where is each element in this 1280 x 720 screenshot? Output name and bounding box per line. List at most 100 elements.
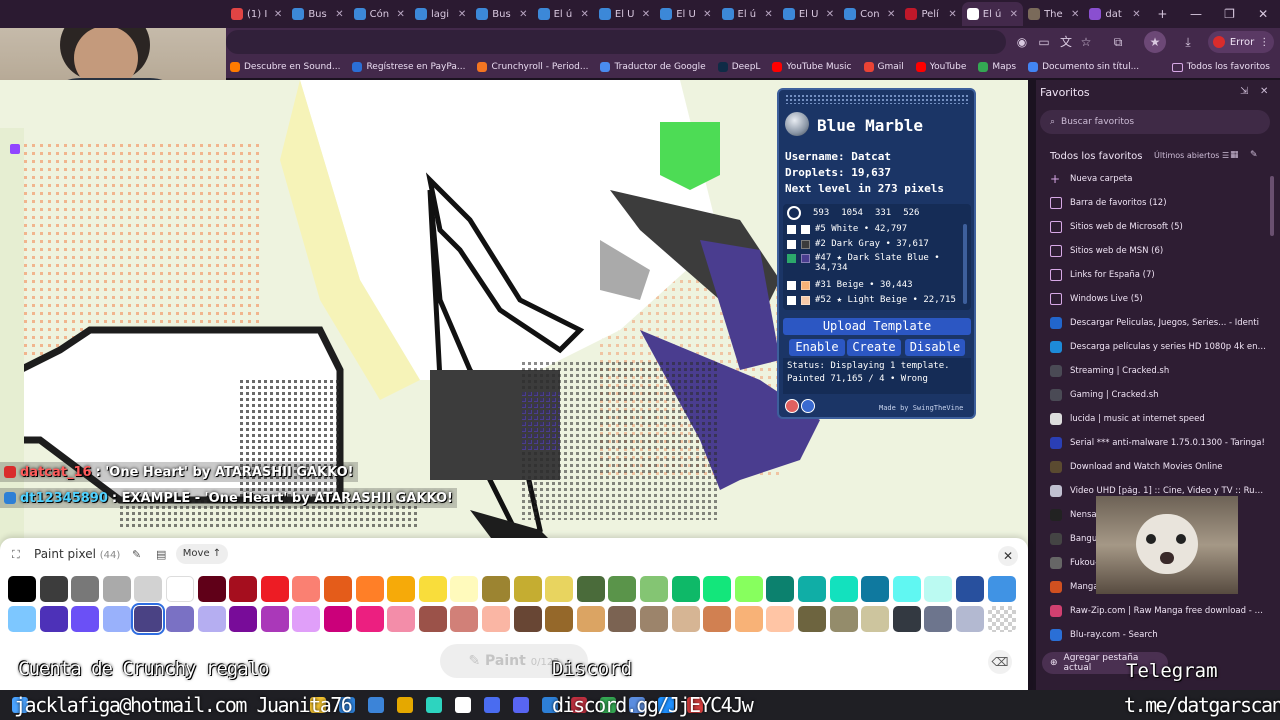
bookmark-item[interactable]: Gmail bbox=[863, 62, 904, 72]
tab-close-icon[interactable]: ✕ bbox=[764, 9, 772, 20]
coord-tile-x[interactable]: 593 bbox=[813, 208, 829, 218]
palette-color-swatch[interactable] bbox=[450, 606, 479, 632]
color-checkbox[interactable] bbox=[787, 225, 796, 234]
palette-color-swatch[interactable] bbox=[292, 606, 321, 632]
taskbar-app-icon[interactable] bbox=[397, 697, 413, 713]
edit-icon[interactable]: ✎ bbox=[1250, 150, 1258, 160]
new-folder-item[interactable]: + Nueva carpeta bbox=[1050, 168, 1266, 190]
palette-color-swatch[interactable] bbox=[197, 606, 226, 632]
palette-color-swatch[interactable] bbox=[987, 606, 1016, 632]
palette-color-swatch[interactable] bbox=[324, 606, 352, 632]
palette-color-swatch[interactable] bbox=[861, 576, 890, 602]
template-color-row[interactable]: #5 White • 42,797 bbox=[787, 224, 963, 234]
tab-close-icon[interactable]: ✕ bbox=[397, 9, 405, 20]
palette-color-swatch[interactable] bbox=[355, 576, 384, 602]
address-bar[interactable] bbox=[226, 30, 1006, 54]
browser-tab[interactable]: Bus ✕ bbox=[471, 2, 532, 26]
palette-color-swatch[interactable] bbox=[131, 603, 166, 635]
template-color-row[interactable]: #31 Beige • 30,443 bbox=[787, 280, 963, 290]
palette-color-swatch[interactable] bbox=[482, 606, 510, 632]
browser-tab[interactable]: El Ú ✕ bbox=[594, 2, 655, 26]
palette-color-swatch[interactable] bbox=[924, 606, 953, 632]
palette-color-swatch[interactable] bbox=[134, 576, 163, 602]
upload-template-button[interactable]: Upload Template bbox=[783, 318, 971, 335]
browser-tab[interactable]: Con ✕ bbox=[839, 2, 900, 26]
palette-color-swatch[interactable] bbox=[39, 576, 68, 602]
palette-color-swatch[interactable] bbox=[671, 606, 700, 632]
browser-tab[interactable]: El ú ✕ bbox=[961, 2, 1024, 26]
translate-icon[interactable]: 文 bbox=[1058, 34, 1074, 50]
palette-color-swatch[interactable] bbox=[640, 606, 668, 632]
palette-color-swatch[interactable] bbox=[956, 576, 984, 602]
favorite-link[interactable]: Descarga películas y series HD 1080p 4k … bbox=[1050, 336, 1266, 358]
browser-tab[interactable]: Cón ✕ bbox=[349, 2, 410, 26]
tab-close-icon[interactable]: ✕ bbox=[1071, 9, 1079, 20]
palette-toggle-icon[interactable]: ▤ bbox=[156, 548, 166, 561]
bookmark-item[interactable]: YouTube bbox=[915, 62, 966, 72]
palette-color-swatch[interactable] bbox=[355, 606, 384, 632]
palette-color-swatch[interactable] bbox=[71, 576, 100, 602]
new-tab-icon[interactable]: + bbox=[1146, 7, 1180, 21]
favorite-link[interactable]: Descargar Peliculas, Juegos, Series... -… bbox=[1050, 312, 1266, 334]
browser-tab[interactable]: Pelí ✕ bbox=[900, 2, 961, 26]
favorite-link[interactable]: Download and Watch Movies Online bbox=[1050, 456, 1266, 478]
favorite-link[interactable]: Gaming | Cracked.sh bbox=[1050, 384, 1266, 406]
palette-color-swatch[interactable] bbox=[798, 576, 826, 602]
template-color-row[interactable]: #2 Dark Gray • 37,617 bbox=[787, 239, 963, 249]
palette-color-swatch[interactable] bbox=[924, 576, 953, 602]
palette-color-swatch[interactable] bbox=[387, 606, 416, 632]
taskbar-app-icon[interactable] bbox=[426, 697, 442, 713]
disable-button[interactable]: Disable bbox=[905, 339, 965, 356]
color-checkbox[interactable] bbox=[787, 281, 796, 290]
pencil-icon[interactable]: ✎ bbox=[132, 548, 141, 561]
palette-color-swatch[interactable] bbox=[576, 576, 605, 602]
tab-close-icon[interactable]: ✕ bbox=[519, 9, 527, 20]
tab-close-icon[interactable]: ✕ bbox=[642, 9, 650, 20]
tab-close-icon[interactable]: ✕ bbox=[703, 9, 711, 20]
color-checkbox[interactable] bbox=[787, 296, 796, 305]
favorites-search[interactable]: ⌕ Buscar favoritos bbox=[1040, 110, 1270, 134]
enable-button[interactable]: Enable bbox=[789, 339, 845, 356]
palette-color-swatch[interactable] bbox=[166, 576, 194, 602]
favorite-folder[interactable]: Links for España (7) bbox=[1050, 264, 1266, 286]
palette-color-swatch[interactable] bbox=[229, 576, 258, 602]
palette-color-swatch[interactable] bbox=[861, 606, 890, 632]
download-icon[interactable]: ⤓ bbox=[1180, 34, 1196, 50]
palette-color-swatch[interactable] bbox=[197, 576, 226, 602]
bookmark-item[interactable]: Regístrese en PayPa... bbox=[352, 62, 465, 72]
palette-color-swatch[interactable] bbox=[260, 576, 289, 602]
color-checkbox[interactable] bbox=[787, 254, 796, 263]
drag-handle[interactable] bbox=[785, 94, 968, 104]
coord-pixel-x[interactable]: 331 bbox=[875, 208, 891, 218]
browser-tab[interactable]: lagi ✕ bbox=[410, 2, 471, 26]
palette-color-swatch[interactable] bbox=[102, 606, 131, 632]
palette-color-swatch[interactable] bbox=[260, 606, 289, 632]
sidebar-scrollbar[interactable] bbox=[1270, 176, 1274, 236]
palette-color-swatch[interactable] bbox=[71, 606, 100, 632]
favorite-folder[interactable]: Barra de favoritos (12) bbox=[1050, 192, 1266, 214]
favorite-folder[interactable]: Sitios web de Microsoft (5) bbox=[1050, 216, 1266, 238]
maximize-icon[interactable]: ❐ bbox=[1213, 7, 1247, 21]
taskbar-app-icon[interactable] bbox=[484, 697, 500, 713]
template-color-row[interactable]: #47 ★ Dark Slate Blue • 34,734 bbox=[787, 253, 963, 273]
browser-tab[interactable]: El U ✕ bbox=[655, 2, 716, 26]
palette-color-swatch[interactable] bbox=[671, 576, 700, 602]
favorites-star-icon[interactable]: ★ bbox=[1144, 31, 1166, 53]
all-bookmarks-button[interactable]: Todos los favoritos bbox=[1171, 62, 1270, 72]
palette-color-swatch[interactable] bbox=[987, 576, 1016, 602]
profile-error-button[interactable]: Error ⋮ bbox=[1208, 31, 1274, 53]
palette-color-swatch[interactable] bbox=[418, 576, 447, 602]
eraser-button[interactable]: ⌫ bbox=[988, 650, 1012, 674]
bookmark-item[interactable]: DeepL bbox=[717, 62, 760, 72]
palette-color-swatch[interactable] bbox=[703, 606, 732, 632]
extensions-icon[interactable]: ⧉ bbox=[1110, 34, 1126, 50]
favorite-link[interactable]: Streaming | Cracked.sh bbox=[1050, 360, 1266, 382]
close-sidebar-icon[interactable]: ✕ bbox=[1260, 86, 1268, 97]
palette-color-swatch[interactable] bbox=[608, 576, 637, 602]
palette-color-swatch[interactable] bbox=[513, 576, 542, 602]
github-icon[interactable] bbox=[785, 399, 799, 413]
favorite-link[interactable]: Serial *** anti-malware 1.75.0.1300 - Ta… bbox=[1050, 432, 1266, 454]
palette-color-swatch[interactable] bbox=[545, 576, 574, 602]
color-list-scrollbar[interactable] bbox=[963, 224, 967, 304]
palette-color-swatch[interactable] bbox=[829, 576, 858, 602]
